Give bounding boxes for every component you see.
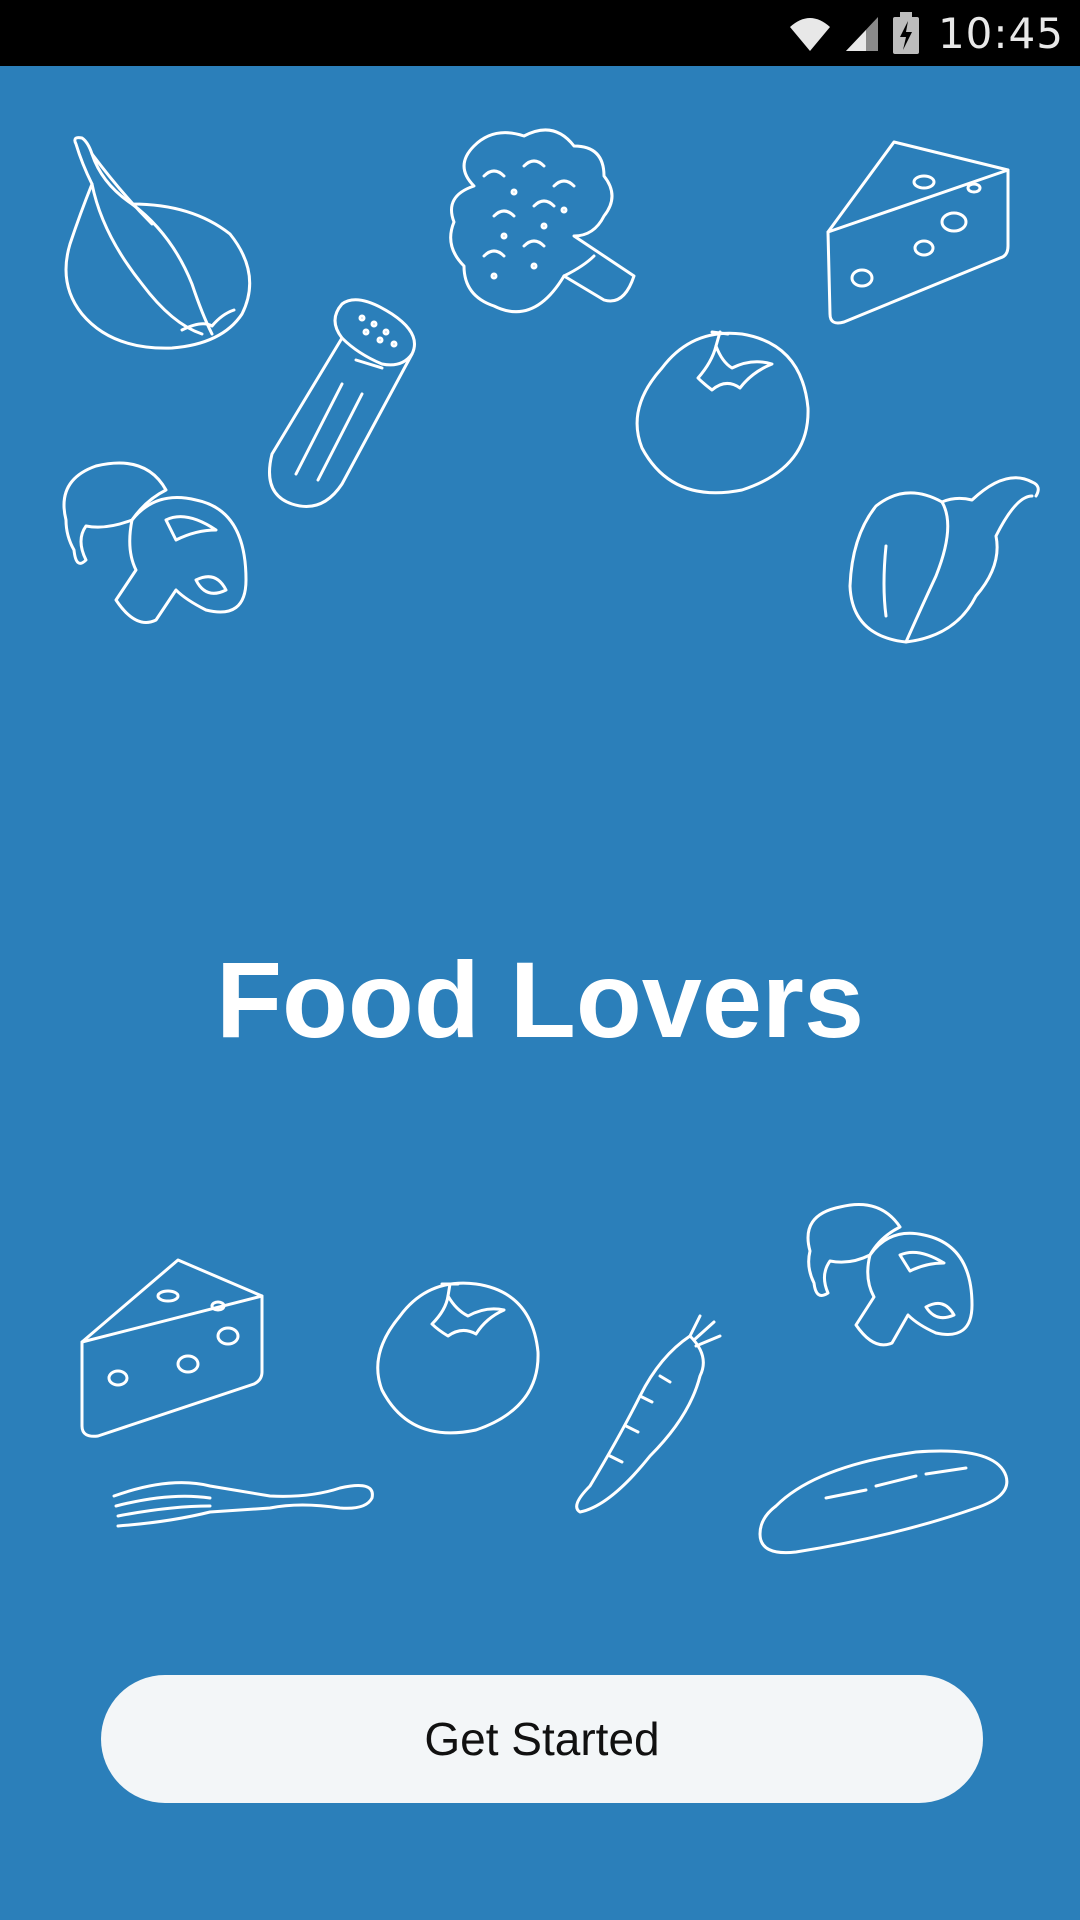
tomato-icon	[376, 1281, 540, 1435]
status-time: 10:45	[937, 8, 1064, 58]
wifi-icon	[788, 13, 832, 53]
cheese-icon	[826, 140, 1010, 325]
broccoli-icon	[449, 128, 636, 314]
carrot-icon	[575, 1314, 722, 1514]
baguette-icon	[758, 1449, 1009, 1555]
mushrooms-icon	[62, 461, 248, 624]
status-bar: 10:45	[0, 0, 1080, 66]
tomato-icon	[635, 330, 810, 495]
app-title: Food Lovers	[215, 939, 865, 1060]
fork-icon	[112, 1481, 374, 1528]
battery-charging-icon	[892, 11, 920, 55]
cheese-icon	[80, 1258, 264, 1438]
garlic-icon	[64, 136, 252, 350]
cell-signal-icon	[844, 13, 880, 53]
get-started-button[interactable]: Get Started	[101, 1675, 983, 1803]
bell-pepper-icon	[848, 476, 1040, 644]
status-icons: 10:45	[788, 0, 1064, 66]
salt-shaker-icon	[268, 298, 416, 508]
mushrooms-icon	[806, 1203, 974, 1347]
